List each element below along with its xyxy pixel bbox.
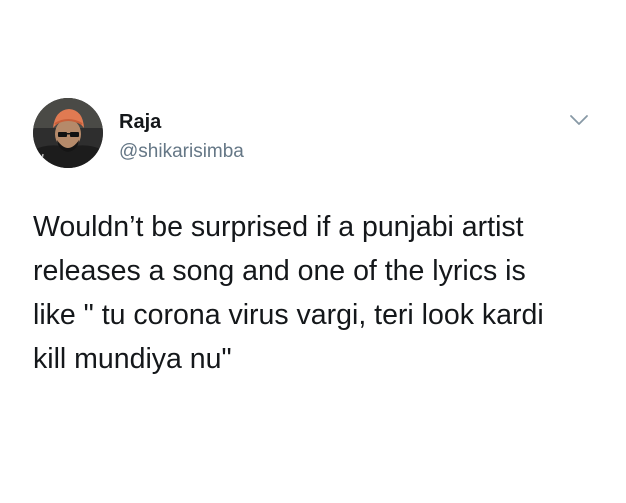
display-name[interactable]: Raja xyxy=(119,112,161,132)
tweet-text-line: releases a song and one of the lyrics is xyxy=(33,255,526,287)
tweet-text-line: Wouldn’t be surprised if a punjabi artis… xyxy=(33,211,524,243)
tweet-card: Raja @shikarisimba Wouldn’t be surprised… xyxy=(0,0,626,503)
tweet-menu-button[interactable] xyxy=(567,110,591,130)
username-handle[interactable]: @shikarisimba xyxy=(119,142,244,161)
chevron-down-icon xyxy=(570,115,588,125)
tweet-text-line: like " tu corona virus vargi, teri look … xyxy=(33,299,544,331)
tweet-text-line: kill mundiya nu" xyxy=(33,343,232,375)
profile-photo-icon xyxy=(33,98,103,168)
tweet-text: Wouldn’t be surprised if a punjabi artis… xyxy=(33,205,593,381)
avatar[interactable] xyxy=(33,98,103,168)
